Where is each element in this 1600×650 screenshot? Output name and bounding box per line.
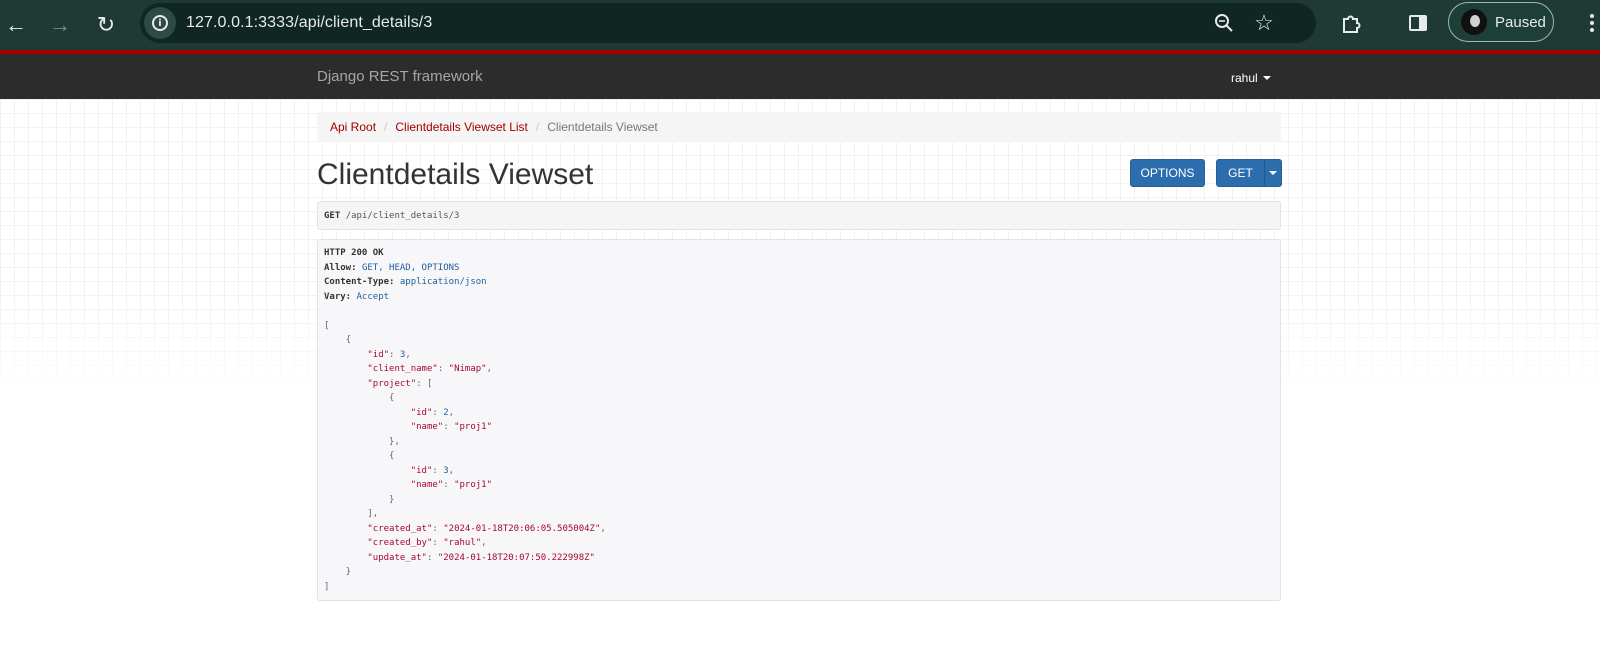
json-value: "2024-01-18T20:06:05.505004Z" — [443, 523, 601, 534]
request-path: /api/client_details/3 — [345, 211, 460, 221]
forward-arrow-icon[interactable]: → — [40, 5, 80, 45]
reload-icon[interactable]: ↻ — [86, 5, 126, 45]
options-button[interactable]: OPTIONS — [1130, 159, 1205, 187]
breadcrumb-current: Clientdetails Viewset — [547, 120, 658, 134]
header-key: Vary: — [324, 291, 352, 302]
breadcrumb-separator: / — [384, 120, 388, 134]
profile-status-label: Paused — [1495, 13, 1546, 31]
page-title: Clientdetails Viewset — [317, 158, 594, 191]
url-text[interactable]: 127.0.0.1:3333/api/client_details/3 — [186, 14, 432, 32]
header-key: Allow: — [324, 262, 357, 273]
zoom-icon[interactable] — [1210, 9, 1238, 37]
header-key: Content-Type: — [324, 277, 395, 287]
user-dropdown[interactable]: rahul — [1231, 71, 1271, 85]
json-value: "Nimap" — [448, 364, 487, 374]
breadcrumb: Api Root / Clientdetails Viewset List / … — [317, 112, 1281, 142]
header-value: GET, HEAD, OPTIONS — [361, 262, 460, 273]
address-bar[interactable]: i 127.0.0.1:3333/api/client_details/3 ☆ — [140, 3, 1316, 43]
request-info: GET /api/client_details/3 — [317, 201, 1281, 230]
get-format-dropdown[interactable] — [1264, 159, 1282, 187]
avatar — [1461, 9, 1487, 35]
request-method: GET — [324, 211, 341, 221]
response-status: HTTP 200 OK — [324, 248, 384, 258]
json-value: "rahul" — [443, 538, 482, 548]
browser-toolbar: ← → ↻ i 127.0.0.1:3333/api/client_detail… — [0, 0, 1600, 50]
breadcrumb-separator: / — [535, 120, 540, 134]
json-value: "2024-01-18T20:07:50.222998Z" — [437, 552, 595, 563]
chevron-down-icon — [1262, 76, 1271, 80]
json-value: "proj1" — [454, 422, 492, 432]
chevron-down-icon — [1269, 171, 1277, 175]
header-value: application/json — [399, 277, 487, 287]
breadcrumb-api-root[interactable]: Api Root — [330, 120, 376, 134]
brand-link[interactable]: Django REST framework — [317, 68, 483, 85]
json-value: "proj1" — [454, 480, 492, 490]
bookmark-star-icon[interactable]: ☆ — [1250, 9, 1278, 37]
browser-menu-icon[interactable] — [1584, 10, 1600, 36]
drf-navbar: Django REST framework rahul — [0, 50, 1600, 99]
back-arrow-icon[interactable]: ← — [0, 5, 36, 45]
username-label: rahul — [1231, 71, 1258, 85]
site-info-icon[interactable]: i — [144, 7, 176, 39]
side-panel-icon[interactable] — [1403, 8, 1433, 38]
extensions-puzzle-icon[interactable] — [1336, 8, 1366, 38]
breadcrumb-viewset-list[interactable]: Clientdetails Viewset List — [395, 120, 528, 134]
profile-button[interactable]: Paused — [1448, 2, 1554, 42]
response-info: HTTP 200 OK Allow: GET, HEAD, OPTIONS Co… — [317, 239, 1281, 601]
get-button[interactable]: GET — [1216, 159, 1265, 187]
header-value: Accept — [356, 291, 390, 302]
